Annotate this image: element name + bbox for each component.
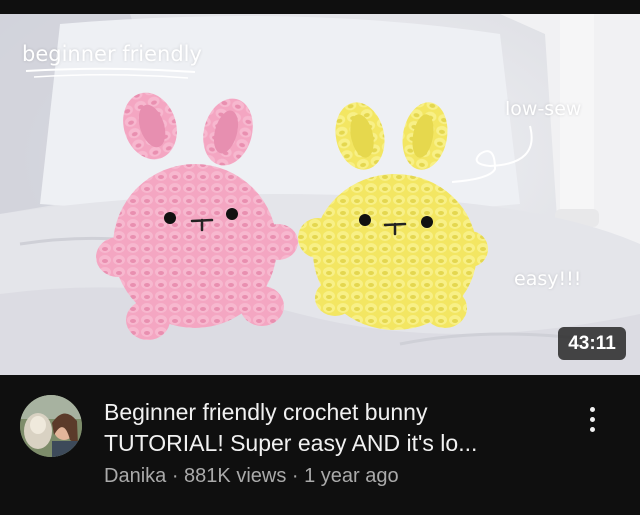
overlay-text-easy: easy!!!: [514, 268, 582, 290]
separator-dot: ·: [286, 465, 305, 487]
video-subline: Danika · 881K views · 1 year ago: [104, 465, 399, 488]
more-options-button[interactable]: [578, 399, 606, 439]
channel-name[interactable]: Danika: [104, 465, 166, 487]
channel-avatar[interactable]: [20, 395, 82, 457]
video-meta: Beginner friendly crochet bunny TUTORIAL…: [0, 375, 640, 515]
view-count: 881K views: [184, 465, 287, 487]
three-dots-vertical-icon: [589, 416, 595, 422]
avatar-image: [20, 395, 82, 457]
video-title[interactable]: Beginner friendly crochet bunny TUTORIAL…: [104, 397, 544, 459]
overlay-text-low-sew: low-sew: [505, 98, 582, 120]
video-title-line2: TUTORIAL! Super easy AND it's lo...: [104, 430, 478, 456]
three-dots-vertical-icon: [589, 426, 595, 432]
upload-age: 1 year ago: [304, 465, 399, 487]
thumbnail-image: [0, 14, 640, 375]
video-thumbnail[interactable]: beginner friendly low-sew easy!!! 43:11: [0, 14, 640, 375]
separator-dot: ·: [166, 465, 185, 487]
top-strip: [0, 0, 640, 14]
three-dots-vertical-icon: [589, 406, 595, 412]
duration-badge: 43:11: [558, 327, 626, 360]
overlay-text-beginner: beginner friendly: [22, 42, 202, 66]
video-title-line1: Beginner friendly crochet bunny: [104, 399, 428, 425]
